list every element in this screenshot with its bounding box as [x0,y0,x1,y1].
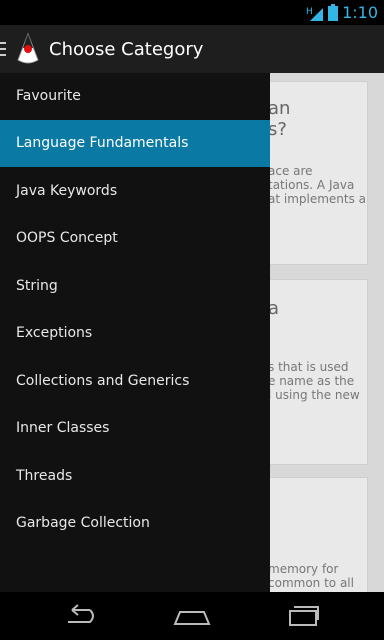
drawer-item-label: Garbage Collection [16,515,150,531]
card-question: an s? [268,98,291,140]
back-icon[interactable] [60,602,98,630]
battery-icon [328,4,338,21]
drawer-item-favourite[interactable]: Favourite [0,73,270,120]
drawer-item-garbage-collection[interactable]: Garbage Collection [0,500,270,547]
action-bar: Choose Category [0,25,384,73]
status-time: 1:10 [342,3,378,22]
drawer-item-threads[interactable]: Threads [0,453,270,500]
drawer-item-label: Exceptions [16,325,93,341]
drawer-item-oops-concept[interactable]: OOPS Concept [0,215,270,262]
card-answer: s that is used e name as the l using the… [268,360,360,402]
drawer-item-language-fundamentals[interactable]: Language Fundamentals [0,120,270,167]
drawer-item-label: Inner Classes [16,420,110,436]
drawer-item-collections-and-generics[interactable]: Collections and Generics [0,358,270,405]
card-answer: ace are tations. A Java at implements a [268,164,367,206]
drawer-item-exceptions[interactable]: Exceptions [0,310,270,357]
drawer-item-label: OOPS Concept [16,230,118,246]
drawer-item-inner-classes[interactable]: Inner Classes [0,405,270,452]
home-icon[interactable] [172,602,212,630]
drawer-item-label: Java Keywords [16,183,118,199]
page-title: Choose Category [49,39,204,60]
navigation-drawer: Favourite Language Fundamentals Java Key… [0,73,270,592]
card-answer: memory for common to all [268,562,354,590]
drawer-item-label: Language Fundamentals [16,135,189,151]
status-bar: H 1:10 [0,0,384,25]
drawer-item-label: String [16,278,58,294]
drawer-item-label: Collections and Generics [16,373,190,389]
drawer-item-label: Favourite [16,88,81,104]
svg-text:H: H [306,7,313,17]
drawer-item-java-keywords[interactable]: Java Keywords [0,168,270,215]
drawer-item-string[interactable]: String [0,263,270,310]
drawer-item-label: Threads [16,468,73,484]
recent-apps-icon[interactable] [287,602,321,630]
signal-icon: H [306,7,323,21]
system-navigation-bar [0,592,384,640]
duke-app-icon[interactable] [14,32,42,66]
drawer-indicator-icon[interactable] [0,42,6,56]
